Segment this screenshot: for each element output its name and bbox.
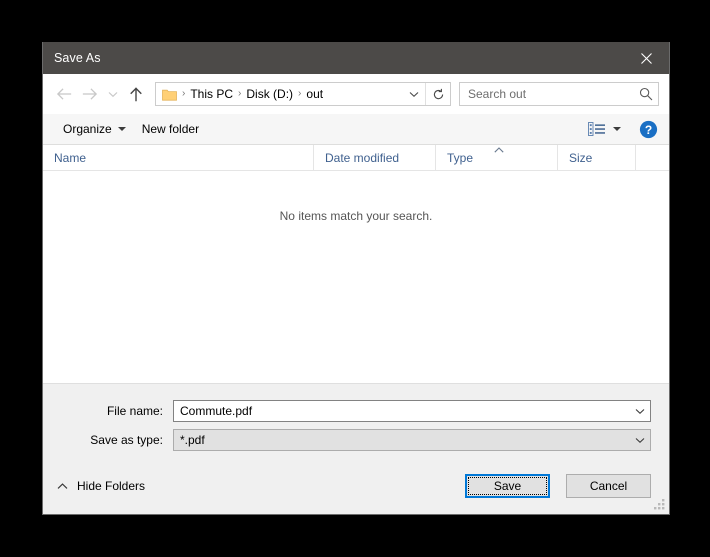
column-header-name[interactable]: Name <box>43 145 314 170</box>
column-header-date-modified-label: Date modified <box>325 150 400 165</box>
column-header-size-label: Size <box>569 150 593 165</box>
save-as-type-value[interactable]: *.pdf <box>174 433 630 447</box>
refresh-button[interactable] <box>425 83 450 105</box>
command-bar: Organize New folder ? <box>43 114 669 145</box>
save-as-type-dropdown-button[interactable] <box>630 430 650 450</box>
list-view-icon <box>588 122 605 136</box>
svg-text:?: ? <box>644 123 651 137</box>
close-button[interactable] <box>623 42 669 74</box>
file-form: File name: Commute.pdf Save as type: *.p… <box>43 384 669 458</box>
close-icon <box>640 52 652 64</box>
help-button[interactable]: ? <box>635 116 661 142</box>
dialog-footer: Hide Folders Save Cancel <box>43 458 669 514</box>
arrow-left-icon <box>56 88 72 100</box>
empty-list-message: No items match your search. <box>279 209 433 223</box>
sort-ascending-icon <box>494 147 504 153</box>
new-folder-button[interactable]: New folder <box>134 118 207 140</box>
breadcrumb: › This PC › Disk (D:) › out <box>181 87 403 101</box>
column-header-date-modified[interactable]: Date modified <box>314 145 436 170</box>
chevron-down-icon <box>635 408 645 414</box>
organize-label: Organize <box>63 122 112 136</box>
forward-button[interactable] <box>77 81 103 107</box>
title-bar: Save As <box>43 42 669 74</box>
chevron-down-icon <box>409 91 419 97</box>
save-button[interactable]: Save <box>465 474 550 498</box>
folder-icon <box>162 88 177 101</box>
chevron-down-icon <box>613 127 621 131</box>
column-header-type-label: Type <box>447 150 474 165</box>
file-name-input[interactable]: Commute.pdf <box>174 404 630 418</box>
file-name-dropdown-button[interactable] <box>630 401 650 421</box>
chevron-down-icon <box>635 437 645 443</box>
save-as-type-label: Save as type: <box>90 433 163 447</box>
file-name-combobox[interactable]: Commute.pdf <box>173 400 651 422</box>
file-list[interactable]: No items match your search. <box>43 171 669 384</box>
column-header-size[interactable]: Size <box>558 145 636 170</box>
save-as-dialog: Save As › This PC › Disk (D:) › out Sear… <box>42 42 670 515</box>
refresh-icon <box>433 88 443 99</box>
help-icon: ? <box>639 120 657 138</box>
hide-folders-label: Hide Folders <box>77 479 146 493</box>
chevron-down-icon <box>117 127 126 131</box>
cancel-button[interactable]: Cancel <box>566 474 651 498</box>
save-as-type-row: Save as type: *.pdf <box>61 429 651 451</box>
address-bar[interactable]: › This PC › Disk (D:) › out <box>155 82 451 106</box>
back-button[interactable] <box>51 81 77 107</box>
dialog-title: Save As <box>54 51 101 65</box>
organize-button[interactable]: Organize <box>55 118 134 140</box>
search-box[interactable]: Search out <box>459 82 659 106</box>
up-button[interactable] <box>123 81 149 107</box>
breadcrumb-item-this-pc[interactable]: This PC <box>186 87 237 101</box>
cancel-button-label: Cancel <box>589 479 628 493</box>
new-folder-label: New folder <box>141 122 200 136</box>
breadcrumb-item-disk-d[interactable]: Disk (D:) <box>242 87 297 101</box>
resize-grip[interactable] <box>654 499 666 511</box>
recent-locations-button[interactable] <box>103 81 123 107</box>
arrow-up-icon <box>130 86 142 101</box>
hide-folders-button[interactable]: Hide Folders <box>57 479 145 493</box>
address-dropdown-button[interactable] <box>403 83 425 105</box>
column-header-filler <box>636 145 669 170</box>
breadcrumb-item-out[interactable]: out <box>302 87 327 101</box>
column-header-name-label: Name <box>54 150 87 165</box>
arrow-right-icon <box>82 88 98 100</box>
column-header-row: Name Date modified Type Size <box>43 145 669 171</box>
chevron-up-icon <box>57 482 68 489</box>
file-name-row: File name: Commute.pdf <box>61 400 651 422</box>
chevron-down-icon <box>108 91 118 97</box>
search-icon[interactable] <box>634 87 658 101</box>
navigation-bar: › This PC › Disk (D:) › out Search out <box>43 74 669 114</box>
file-name-label: File name: <box>106 404 163 418</box>
change-view-button[interactable] <box>582 119 627 139</box>
save-button-label: Save <box>493 479 522 493</box>
search-input[interactable]: Search out <box>460 87 634 101</box>
save-as-type-combobox[interactable]: *.pdf <box>173 429 651 451</box>
